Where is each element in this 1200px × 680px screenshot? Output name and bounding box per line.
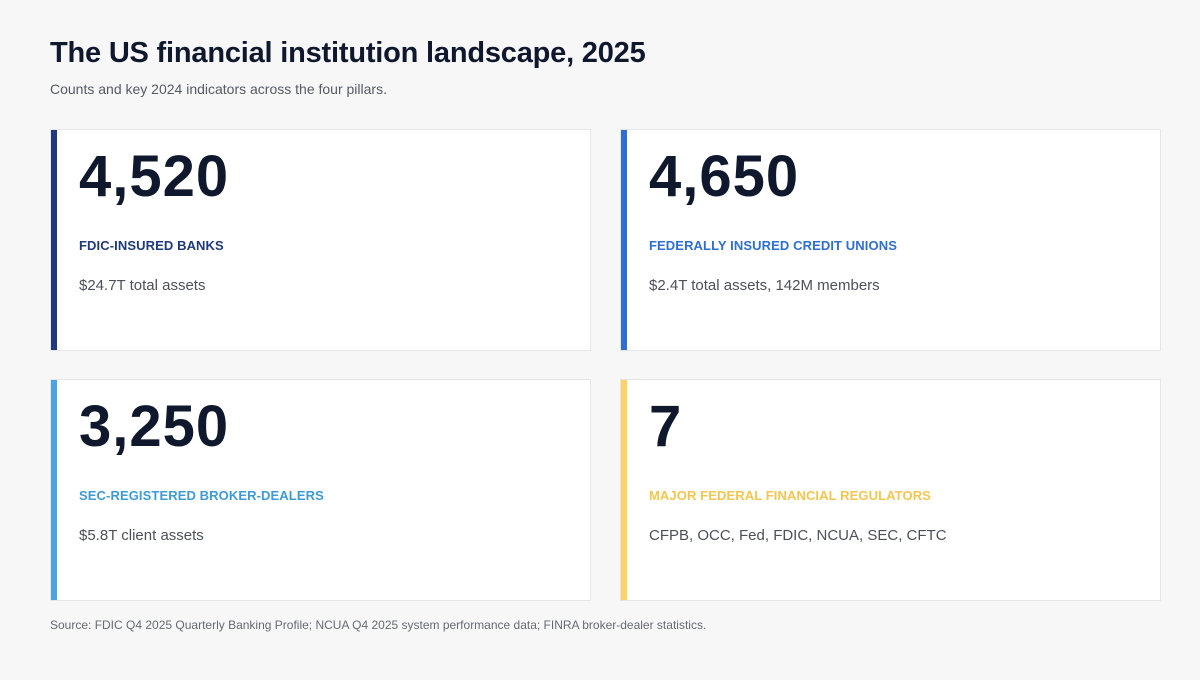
stat-card-grid: 4,520 FDIC-INSURED BANKS $24.7T total as…: [50, 129, 1161, 601]
source-note: Source: FDIC Q4 2025 Quarterly Banking P…: [50, 618, 707, 632]
stat-card-broker-dealers: 3,250 SEC-REGISTERED BROKER-DEALERS $5.8…: [50, 379, 591, 601]
card-accent-bar: [51, 380, 57, 600]
page-subtitle: Counts and key 2024 indicators across th…: [50, 81, 387, 97]
stat-card-banks: 4,520 FDIC-INSURED BANKS $24.7T total as…: [50, 129, 591, 351]
stat-label: FEDERALLY INSURED CREDIT UNIONS: [649, 238, 897, 253]
stat-label: FDIC-INSURED BANKS: [79, 238, 224, 253]
card-accent-bar: [621, 380, 627, 600]
stat-label: SEC-REGISTERED BROKER-DEALERS: [79, 488, 324, 503]
stat-value: 3,250: [79, 394, 230, 459]
stat-card-credit-unions: 4,650 FEDERALLY INSURED CREDIT UNIONS $2…: [620, 129, 1161, 351]
stat-detail: CFPB, OCC, Fed, FDIC, NCUA, SEC, CFTC: [649, 527, 947, 544]
card-accent-bar: [51, 130, 57, 350]
stat-detail: $5.8T client assets: [79, 527, 204, 544]
stat-value: 4,520: [79, 144, 230, 209]
page: The US financial institution landscape, …: [0, 0, 1200, 680]
page-title: The US financial institution landscape, …: [50, 37, 646, 69]
stat-value: 4,650: [649, 144, 800, 209]
stat-detail: $2.4T total assets, 142M members: [649, 277, 880, 294]
card-accent-bar: [621, 130, 627, 350]
stat-card-regulators: 7 MAJOR FEDERAL FINANCIAL REGULATORS CFP…: [620, 379, 1161, 601]
stat-detail: $24.7T total assets: [79, 277, 206, 294]
stat-value: 7: [649, 394, 683, 459]
stat-label: MAJOR FEDERAL FINANCIAL REGULATORS: [649, 488, 931, 503]
